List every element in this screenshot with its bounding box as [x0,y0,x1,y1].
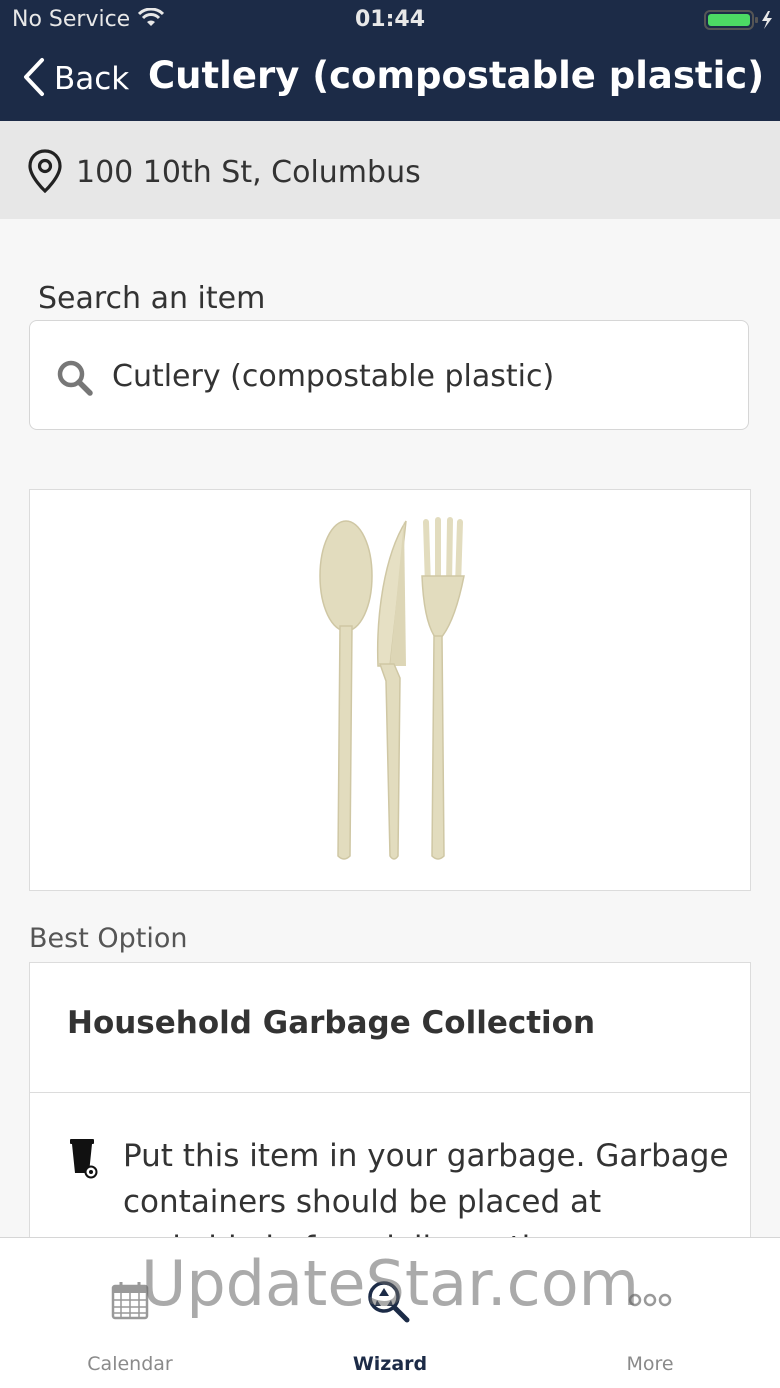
search-box[interactable] [29,320,749,430]
page-title: Cutlery (compostable plastic) [148,54,765,97]
item-image-card [29,489,751,891]
nav-bar: Back Cutlery (compostable plastic) [0,44,780,114]
recycle-search-icon [260,1280,520,1324]
location-address: 100 10th St, Columbus [76,155,421,190]
tab-label-more: More [626,1353,674,1375]
location-bar[interactable]: 100 10th St, Columbus [0,121,780,219]
back-button[interactable]: Back [22,56,129,102]
tab-more[interactable]: More [520,1238,780,1388]
option-title: Household Garbage Collection [67,1005,596,1041]
header: No Service 01:44 Back Cutlery (compostab… [0,0,780,121]
divider [30,1092,750,1093]
tab-label-calendar: Calendar [87,1353,173,1375]
calendar-icon [0,1280,260,1320]
chevron-left-icon [22,57,46,101]
location-pin-icon [28,149,62,197]
garbage-bin-icon [70,1139,100,1183]
back-label: Back [54,61,130,97]
best-option-label: Best Option [29,923,188,954]
more-dots-icon [520,1280,780,1320]
status-time: 01:44 [354,7,426,32]
status-bar: No Service 01:44 [0,0,780,40]
battery-icon [704,9,776,37]
tab-bar: Calendar Wizard More [0,1237,780,1388]
search-heading: Search an item [38,281,266,316]
tab-wizard[interactable]: Wizard [260,1238,520,1388]
search-input[interactable] [112,351,712,401]
cutlery-image [319,517,465,860]
tab-calendar[interactable]: Calendar [0,1238,260,1388]
tab-label-wizard: Wizard [352,1353,428,1375]
search-icon [56,359,94,401]
